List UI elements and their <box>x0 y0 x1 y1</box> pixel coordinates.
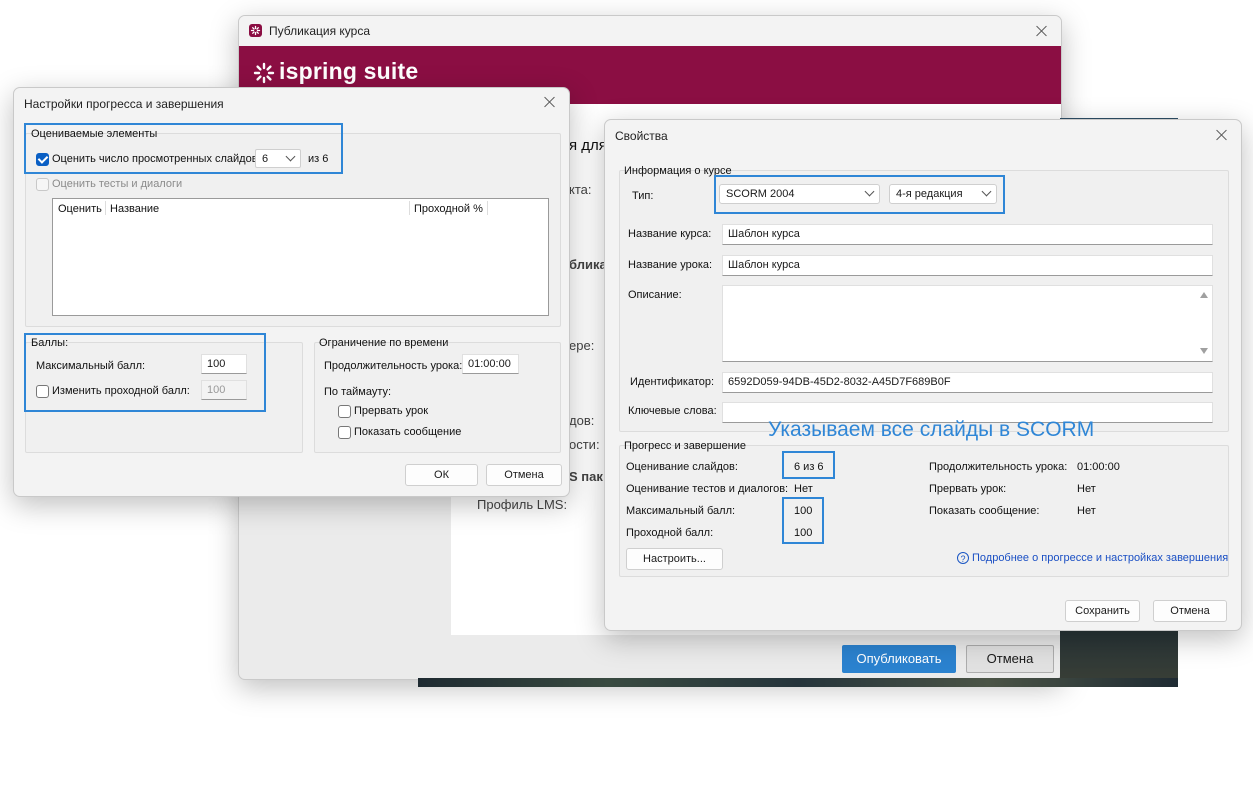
show-message-checkbox[interactable] <box>338 426 351 439</box>
slides-eval-label: Оценивание слайдов: <box>626 461 738 473</box>
partial-label: S пак <box>569 469 603 484</box>
brand-name: ispring suite <box>279 58 419 84</box>
description-label: Описание: <box>628 289 682 301</box>
column-divider <box>409 201 410 215</box>
close-icon[interactable] <box>539 91 561 113</box>
close-icon[interactable] <box>1211 124 1233 146</box>
max-score-label: Максимальный балл: <box>626 505 736 517</box>
interrupt-lesson-label: Прервать урок <box>354 405 429 417</box>
identifier-label: Идентификатор: <box>630 376 715 388</box>
progress-help-link[interactable]: Подробнее о прогрессе и настройках завер… <box>972 552 1228 564</box>
partial-label: ости: <box>569 437 600 452</box>
tests-eval-value: Нет <box>794 483 813 495</box>
lesson-duration-label: Продолжительность урока: <box>324 360 463 372</box>
progress-cancel-button[interactable]: Отмена <box>486 464 562 486</box>
show-message-value: Нет <box>1077 505 1096 517</box>
table-header-name[interactable]: Название <box>110 203 159 215</box>
lesson-duration-input[interactable]: 01:00:00 <box>462 354 519 374</box>
table-header-evaluate[interactable]: Оценить <box>58 203 102 215</box>
count-tests-label: Оценить тесты и диалоги <box>52 178 183 190</box>
configure-button[interactable]: Настроить... <box>626 548 723 570</box>
scroll-down-arrow-icon[interactable] <box>1200 348 1208 354</box>
partial-label: блика <box>569 257 607 272</box>
duration-label: Продолжительность урока: <box>929 461 1068 473</box>
background-image-bottom <box>418 678 1178 687</box>
course-name-input[interactable]: Шаблон курса <box>722 224 1213 245</box>
scroll-up-arrow-icon[interactable] <box>1200 292 1208 298</box>
ok-button[interactable]: ОК <box>405 464 478 486</box>
publish-titlebar: Публикация курса <box>239 16 1061 46</box>
save-button[interactable]: Сохранить <box>1065 600 1140 622</box>
highlight-evaluated-elements <box>24 123 343 174</box>
tests-eval-label: Оценивание тестов и диалогов: <box>626 483 789 495</box>
description-textarea[interactable] <box>722 285 1213 362</box>
publish-window-title: Публикация курса <box>269 24 370 38</box>
highlight-scores <box>782 497 824 544</box>
partial-heading: я для <box>569 137 607 154</box>
partial-label: кта: <box>569 182 592 197</box>
duration-value: 01:00:00 <box>1077 461 1120 473</box>
partial-label: ере: <box>569 338 595 353</box>
keywords-label: Ключевые слова: <box>628 405 717 417</box>
tests-table: Оценить Название Проходной % <box>52 198 549 316</box>
highlight-scorm-type <box>714 175 1005 214</box>
show-message-label: Показать сообщение: <box>929 505 1040 517</box>
publish-cancel-button[interactable]: Отмена <box>966 645 1054 673</box>
column-divider <box>105 201 106 215</box>
lesson-name-input[interactable]: Шаблон курса <box>722 255 1213 276</box>
timeout-label: По таймауту: <box>324 386 392 398</box>
time-limit-legend: Ограничение по времени <box>319 337 449 349</box>
interrupt-lesson-checkbox[interactable] <box>338 405 351 418</box>
ispring-logo-icon <box>253 62 275 84</box>
lesson-name-label: Название урока: <box>628 259 713 271</box>
ispring-app-icon <box>249 24 262 37</box>
count-tests-checkbox[interactable] <box>36 178 49 191</box>
show-message-label: Показать сообщение <box>354 426 462 438</box>
annotation-text: Указываем все слайды в SCORM <box>768 418 1095 441</box>
lms-profile-label: Профиль LMS: <box>477 497 568 512</box>
properties-cancel-button[interactable]: Отмена <box>1153 600 1227 622</box>
highlight-slides-eval <box>782 451 835 479</box>
publish-button[interactable]: Опубликовать <box>842 645 956 673</box>
progress-dialog-title: Настройки прогресса и завершения <box>24 97 224 111</box>
pass-score-label: Проходной балл: <box>626 527 714 539</box>
close-icon[interactable] <box>1031 20 1053 42</box>
identifier-input[interactable]: 6592D059-94DB-45D2-8032-A45D7F689B0F <box>722 372 1213 393</box>
help-circle-icon: ? <box>957 552 969 564</box>
table-header-pass-percent[interactable]: Проходной % <box>414 203 483 215</box>
partial-label: дов: <box>569 413 595 428</box>
progress-completion-legend: Прогресс и завершение <box>624 440 747 452</box>
properties-dialog-title: Свойства <box>615 129 668 143</box>
column-divider <box>487 201 488 215</box>
interrupt-lesson-value: Нет <box>1077 483 1096 495</box>
type-label: Тип: <box>632 190 654 202</box>
highlight-score <box>24 333 266 412</box>
course-name-label: Название курса: <box>628 228 712 240</box>
interrupt-lesson-label: Прервать урок: <box>929 483 1007 495</box>
